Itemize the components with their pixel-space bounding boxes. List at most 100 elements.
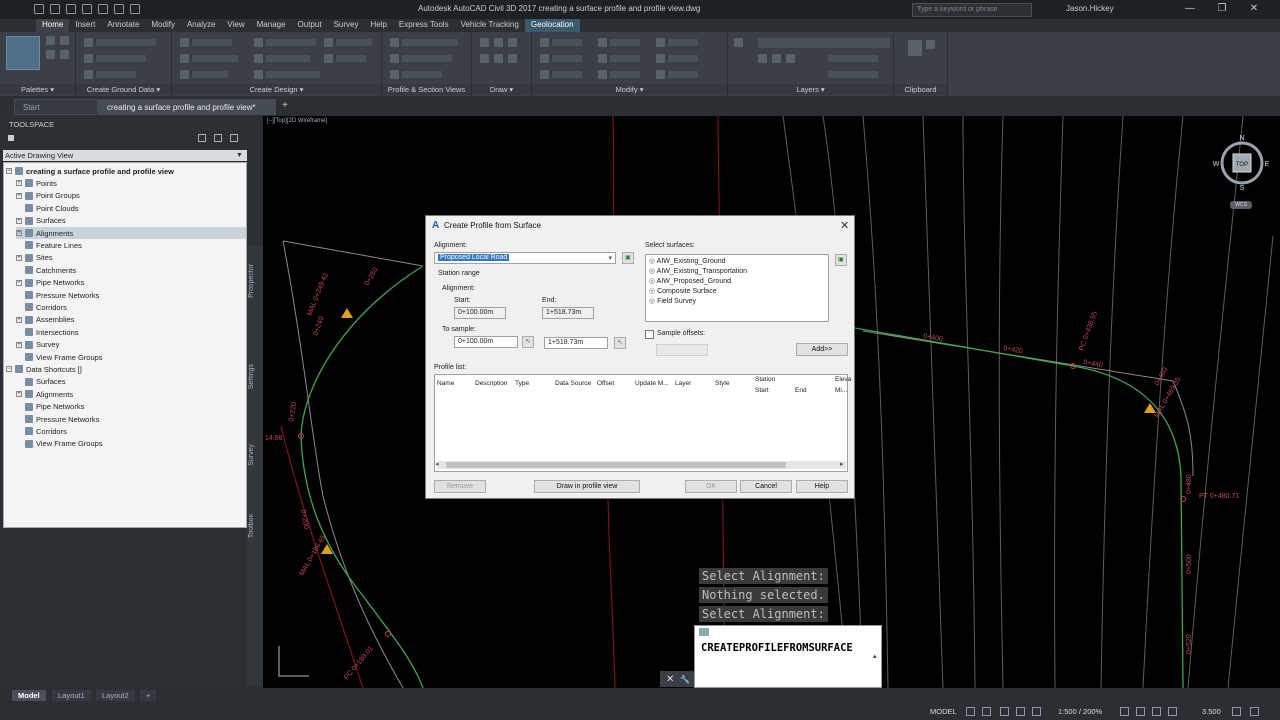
- tab-prospector[interactable]: Prospector: [248, 264, 255, 298]
- rectangle-icon[interactable]: [494, 54, 503, 63]
- layer-dropdown[interactable]: [758, 38, 890, 48]
- tab-annotate[interactable]: Annotate: [101, 19, 145, 32]
- tree-item[interactable]: + Assemblies: [16, 314, 74, 326]
- expand-icon[interactable]: +: [16, 341, 22, 348]
- tree-item[interactable]: Surfaces: [16, 376, 66, 388]
- ok-button[interactable]: OK: [685, 480, 737, 493]
- column-header[interactable]: Layer: [675, 380, 691, 387]
- tab-express-tools[interactable]: Express Tools: [393, 19, 455, 32]
- sample-start-field[interactable]: 0+100.00m: [454, 336, 518, 348]
- circle-icon[interactable]: [508, 38, 517, 47]
- isolate-icon[interactable]: [1232, 707, 1241, 716]
- layout-tab-model[interactable]: Model: [12, 690, 46, 701]
- column-header[interactable]: Eleva: [835, 376, 851, 383]
- draw-in-profile-view-button[interactable]: Draw in profile view: [534, 480, 640, 493]
- ground-data-icon[interactable]: [84, 38, 93, 47]
- column-header[interactable]: Style: [715, 380, 729, 387]
- tree-item[interactable]: + Survey: [16, 339, 59, 351]
- menu-item[interactable]: [96, 39, 156, 46]
- expand-icon[interactable]: +: [16, 230, 22, 236]
- maximize-button[interactable]: ❐: [1212, 2, 1232, 16]
- new-tab-button[interactable]: +: [278, 100, 292, 113]
- tab-survey[interactable]: Survey: [328, 19, 365, 32]
- save-as-icon[interactable]: [82, 4, 92, 14]
- panel-close-icon[interactable]: [230, 134, 238, 142]
- expand-icon[interactable]: +: [16, 316, 22, 323]
- surfaces-list[interactable]: ◎ AIW_Existing_Ground ◎ AIW_Existing_Tra…: [645, 254, 829, 322]
- tree-item[interactable]: Catchments: [16, 264, 76, 276]
- menu-item[interactable]: [336, 39, 372, 46]
- tab-home[interactable]: Home: [36, 19, 70, 32]
- menu-item[interactable]: [668, 71, 698, 78]
- design-icon[interactable]: [254, 54, 263, 63]
- array-icon[interactable]: [656, 70, 665, 79]
- scroll-right-icon[interactable]: ▸: [840, 460, 844, 468]
- fillet-icon[interactable]: [656, 54, 665, 63]
- scale-icon[interactable]: [598, 70, 607, 79]
- toolspace-menu-icon[interactable]: [8, 135, 14, 141]
- polyline-icon[interactable]: [494, 38, 503, 47]
- minimize-button[interactable]: —: [1180, 2, 1200, 16]
- polar-icon[interactable]: [1016, 707, 1025, 716]
- menu-item[interactable]: [336, 55, 366, 62]
- grid-icon[interactable]: [966, 707, 975, 716]
- surface-item[interactable]: ◎ AIW_Existing_Transportation: [649, 267, 747, 275]
- tree-item[interactable]: View Frame Groups: [16, 438, 103, 450]
- tab-settings[interactable]: Settings: [248, 364, 255, 389]
- help-icon[interactable]: [214, 134, 222, 142]
- save-icon[interactable]: [66, 4, 76, 14]
- menu-item[interactable]: [552, 55, 582, 62]
- design-icon[interactable]: [324, 54, 333, 63]
- close-button[interactable]: ✕: [1244, 2, 1264, 16]
- menu-item[interactable]: [828, 55, 878, 62]
- menu-item[interactable]: [266, 39, 316, 46]
- panel-label-layers[interactable]: Layers ▾: [728, 84, 893, 95]
- workspace-icon[interactable]: [1152, 707, 1161, 716]
- layer-properties-icon[interactable]: [734, 38, 743, 47]
- design-icon[interactable]: [180, 54, 189, 63]
- surface-item[interactable]: ◎ AIW_Proposed_Ground: [649, 277, 731, 285]
- collapse-icon[interactable]: −: [6, 168, 12, 174]
- layer-icon[interactable]: [758, 54, 767, 63]
- expand-icon[interactable]: +: [16, 180, 22, 187]
- expand-icon[interactable]: +: [16, 391, 22, 398]
- close-command-icon[interactable]: ✕: [666, 674, 674, 685]
- panel-label-create-design[interactable]: Create Design ▾: [172, 84, 381, 95]
- panel-label-create-ground-data[interactable]: Create Ground Data ▾: [76, 84, 171, 95]
- view-dropdown[interactable]: Active Drawing View: [3, 150, 247, 161]
- tab-modify[interactable]: Modify: [145, 19, 181, 32]
- menu-item[interactable]: [192, 39, 232, 46]
- tree-item[interactable]: − Data Shortcuts []: [6, 363, 82, 375]
- annotation-monitor-icon[interactable]: [1168, 707, 1177, 716]
- layout-tab-layout2[interactable]: Layout2: [96, 690, 135, 701]
- menu-item[interactable]: [96, 71, 136, 78]
- alignment-select[interactable]: Proposed Local Road ▾: [434, 252, 616, 264]
- expand-icon[interactable]: +: [16, 279, 22, 286]
- remove-button[interactable]: Remove: [434, 480, 486, 493]
- column-header[interactable]: Description: [475, 380, 508, 387]
- expand-icon[interactable]: +: [16, 217, 22, 224]
- profile-list-table[interactable]: Name Description Type Data Source Offset…: [434, 374, 851, 472]
- surface-item[interactable]: ◎ Composite Surface: [649, 287, 717, 295]
- viewport-controls[interactable]: [−][Top][2D Wireframe]: [267, 118, 327, 124]
- menu-item[interactable]: [668, 39, 698, 46]
- design-icon[interactable]: [254, 38, 263, 47]
- tree-item[interactable]: + Alignments: [16, 388, 73, 400]
- tab-geolocation[interactable]: Geolocation: [524, 19, 580, 32]
- design-icon[interactable]: [324, 38, 333, 47]
- menu-item[interactable]: [402, 55, 452, 62]
- tree-item[interactable]: Pressure Networks: [16, 413, 99, 425]
- tab-analyze[interactable]: Analyze: [181, 19, 221, 32]
- mirror-icon[interactable]: [598, 54, 607, 63]
- column-header[interactable]: Update M...: [635, 380, 669, 387]
- command-input[interactable]: CREATEPROFILEFROMSURFACE ▴: [694, 625, 882, 688]
- tree-item[interactable]: Corridors: [16, 425, 67, 437]
- menu-item[interactable]: [610, 55, 640, 62]
- chevron-down-icon[interactable]: ▼: [236, 152, 243, 159]
- search-input[interactable]: Type a keyword or phrase: [912, 3, 1032, 17]
- tab-help[interactable]: Help: [364, 19, 392, 32]
- column-header[interactable]: Station: [755, 376, 775, 383]
- tree-item[interactable]: + Pipe Networks: [16, 277, 84, 289]
- menu-item[interactable]: [610, 39, 640, 46]
- ground-data-icon[interactable]: [84, 54, 93, 63]
